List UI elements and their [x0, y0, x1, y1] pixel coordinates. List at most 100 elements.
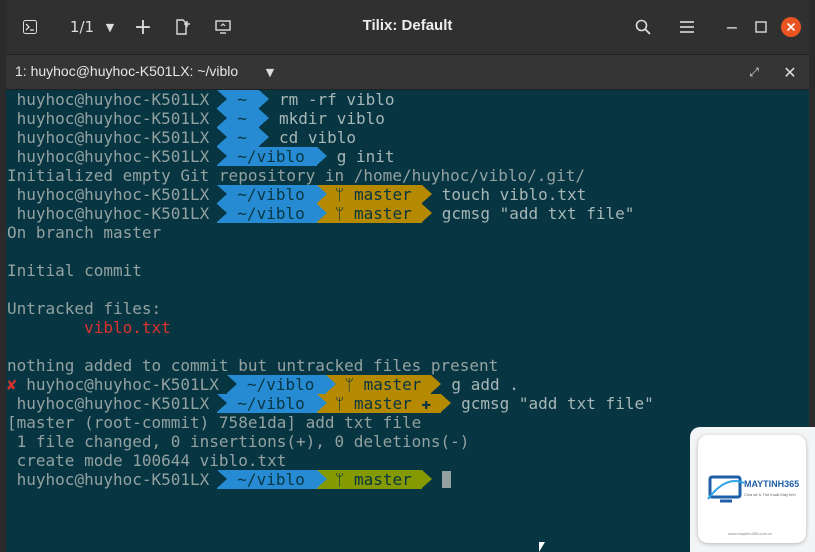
terminal-cursor [441, 471, 451, 488]
tilix-window: 1/1 ▼ + Tilix: Default − 1: huyhoc@huyho… [6, 0, 809, 552]
output-line: Untracked files: [7, 299, 161, 318]
prompt-line: huyhoc@huyhoc-K501LX ~ cd viblo [7, 128, 356, 147]
terminal-output[interactable]: huyhoc@huyhoc-K501LX ~ rm -rf viblo huyhoc… [6, 90, 809, 552]
segment-arrow [431, 375, 442, 393]
prompt-git-segment: ᛘ master [326, 375, 432, 394]
output-text: nothing added to commit but untracked fi… [7, 356, 499, 375]
mouse-pointer-icon [539, 542, 545, 552]
git-dirty-icon: ✚ [421, 394, 432, 413]
output-line: Initial commit [7, 261, 142, 280]
terminal-tab-bar: 1: huyhoc@huyhoc-K501LX: ~/viblo ▼ ⤢ ✕ [6, 55, 809, 90]
watermark-logo: MAYTINH365 Chia sẻ & Thủ thuật Máy tính … [690, 427, 815, 552]
add-session-icon[interactable]: + [132, 13, 154, 41]
segment-arrow [421, 204, 432, 222]
error-status-icon: ✘ [7, 375, 17, 394]
segment-separator [217, 147, 228, 165]
output-text: On branch master [7, 223, 162, 242]
terminal-menu-chevron-icon[interactable]: ▼ [261, 58, 279, 86]
prompt-user-host: huyhoc@huyhoc-K501LX [16, 90, 210, 109]
new-file-icon [176, 19, 190, 35]
prompt-directory: ~/viblo [217, 204, 317, 223]
prompt-line: huyhoc@huyhoc-K501LX ~/viblo g init [7, 147, 395, 166]
command-text: rm -rf viblo [278, 90, 395, 109]
output-line: 1 file changed, 0 insertions(+), 0 delet… [7, 432, 470, 451]
terminal-icon [23, 20, 37, 34]
menu-lines-icon [680, 21, 694, 33]
output-line: viblo.txt [7, 318, 171, 337]
prompt-directory: ~/viblo [217, 185, 317, 204]
chevron-down-icon[interactable]: ▼ [100, 13, 120, 41]
prompt-git-segment: ᛘ master [316, 204, 422, 223]
monitor-logo-icon [707, 475, 745, 503]
segment-separator [316, 470, 327, 488]
add-terminal-icon[interactable] [172, 13, 194, 41]
segment-separator [316, 204, 327, 222]
prompt-user-host: huyhoc@huyhoc-K501LX [16, 394, 210, 413]
hamburger-menu-icon[interactable] [676, 13, 698, 41]
output-line: [master (root-commit) 758e1da] add txt f… [7, 413, 421, 432]
maximize-square-icon [755, 21, 767, 33]
maximize-icon[interactable] [750, 13, 772, 41]
monitor-icon [215, 20, 231, 34]
close-terminal-icon[interactable]: ✕ [779, 58, 801, 86]
minimize-icon[interactable]: − [714, 13, 750, 41]
output-text: viblo.txt [7, 318, 171, 337]
prompt-user-host: huyhoc@huyhoc-K501LX [16, 185, 210, 204]
prompt-user-host: huyhoc@huyhoc-K501LX [16, 128, 210, 147]
segment-arrow [316, 147, 327, 165]
prompt-line: ✘ huyhoc@huyhoc-K501LX ~/viblo ᛘ master g a… [7, 375, 519, 394]
output-text: Initial commit [7, 261, 142, 280]
session-counter[interactable]: 1/1 [66, 13, 98, 41]
magnifier-icon [635, 19, 651, 35]
git-branch-icon: ᛘ [344, 375, 354, 394]
git-branch-name: master [363, 375, 422, 394]
command-text: cd viblo [278, 128, 356, 147]
prompt-directory: ~/viblo [217, 470, 317, 489]
search-icon[interactable] [632, 13, 654, 41]
segment-separator [226, 375, 237, 393]
prompt-directory: ~ [217, 90, 259, 109]
terminal-title[interactable]: 1: huyhoc@huyhoc-K501LX: ~/viblo [15, 63, 238, 79]
prompt-line: huyhoc@huyhoc-K501LX ~/viblo ᛘ master [7, 470, 451, 489]
git-branch-name: master [353, 394, 412, 413]
prompt-directory: ~/viblo [226, 375, 327, 394]
segment-arrow [441, 394, 452, 412]
prompt-user-host: huyhoc@huyhoc-K501LX [16, 470, 210, 489]
output-text: Untracked files: [7, 299, 162, 318]
command-text: mkdir viblo [278, 109, 385, 128]
git-branch-name: master [353, 204, 412, 223]
git-branch-name: master [353, 185, 412, 204]
prompt-user-host: huyhoc@huyhoc-K501LX [16, 204, 210, 223]
prompt-directory: ~/viblo [217, 394, 317, 413]
segment-separator [217, 185, 228, 203]
segment-separator [217, 90, 228, 108]
close-window-button[interactable] [779, 13, 803, 41]
output-line: nothing added to commit but untracked fi… [7, 356, 498, 375]
git-branch-icon: ᛘ [334, 204, 345, 223]
segment-separator [326, 375, 337, 393]
prompt-directory: ~ [217, 128, 259, 147]
segment-separator [217, 470, 228, 488]
segment-arrow [258, 90, 269, 108]
prompt-directory: ~ [217, 109, 259, 128]
command-text: touch viblo.txt [441, 185, 587, 204]
segment-arrow [421, 185, 432, 203]
segment-separator [316, 394, 327, 412]
segment-separator [217, 204, 228, 222]
sync-input-icon[interactable] [212, 13, 234, 41]
output-text: [master (root-commit) 758e1da] add txt f… [7, 413, 422, 432]
prompt-user-host: huyhoc@huyhoc-K501LX [16, 109, 210, 128]
git-branch-name: master [353, 470, 412, 489]
prompt-git-segment: ᛘ master [316, 185, 422, 204]
terminal-menu-icon[interactable] [20, 13, 40, 41]
prompt-line: huyhoc@huyhoc-K501LX ~/viblo ᛘ master touch… [7, 185, 586, 204]
segment-separator [217, 109, 228, 127]
title-bar: 1/1 ▼ + Tilix: Default − [6, 0, 809, 55]
git-branch-icon: ᛘ [334, 394, 345, 413]
output-line: On branch master [7, 223, 161, 242]
segment-separator [316, 185, 327, 203]
prompt-user-host: huyhoc@huyhoc-K501LX [26, 375, 219, 394]
close-icon [781, 17, 801, 37]
output-text: Initialized empty Git repository in /hom… [7, 166, 585, 185]
maximize-terminal-icon[interactable]: ⤢ [743, 58, 765, 86]
